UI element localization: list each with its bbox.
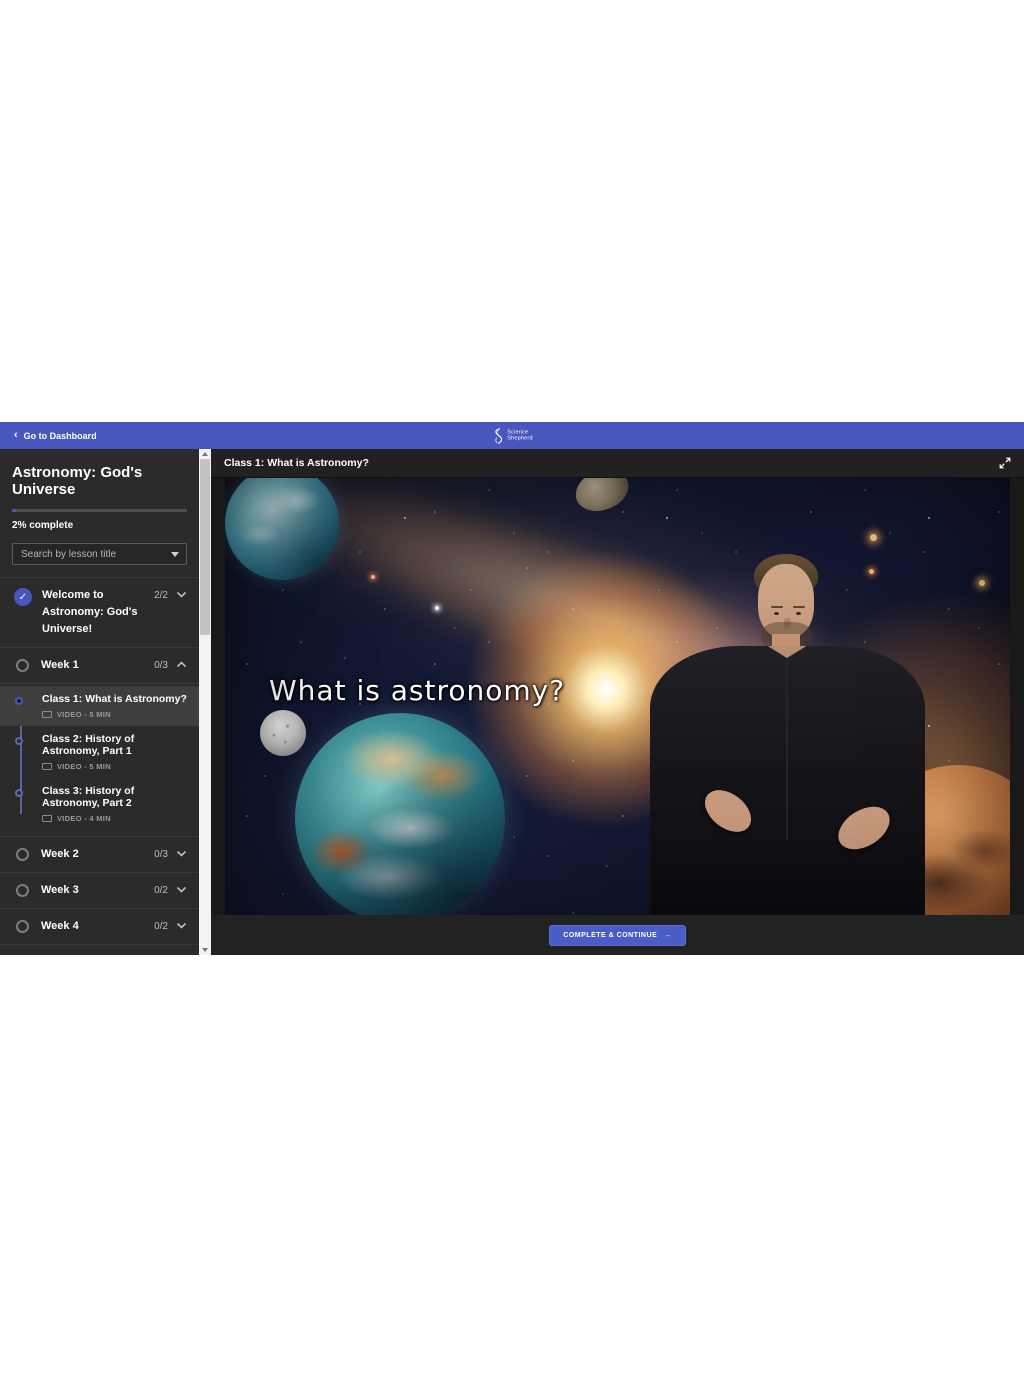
- complete-and-continue-button[interactable]: COMPLETE & CONTINUE →: [549, 925, 685, 946]
- lesson-bullet-icon: [15, 737, 23, 745]
- lesson-search: [12, 543, 187, 565]
- section-count: 0/3: [154, 660, 168, 671]
- lesson-header-title: Class 1: What is Astronomy?: [224, 457, 369, 469]
- science-shepherd-logo[interactable]: Science Shepherd: [491, 427, 532, 444]
- video-type-icon: [42, 763, 52, 770]
- lesson-item-class-3[interactable]: Class 3: History of Astronomy, Part 2 VI…: [0, 778, 199, 830]
- video-type-icon: [42, 711, 52, 718]
- scroll-up-arrow[interactable]: [199, 449, 211, 459]
- search-input[interactable]: [12, 543, 187, 565]
- completed-check-icon: ✓: [14, 588, 32, 606]
- progress-label: 2% complete: [12, 520, 187, 531]
- chevron-down-icon: [176, 922, 187, 929]
- video-type-icon: [42, 815, 52, 822]
- sidebar-item-week-3[interactable]: Week 3 0/2: [0, 872, 199, 908]
- lesson-meta-label: VIDEO - 4 MIN: [57, 814, 111, 823]
- chevron-up-icon: [176, 661, 187, 668]
- lesson-meta-label: VIDEO - 5 MIN: [57, 710, 111, 719]
- logo-wordmark: Science Shepherd: [507, 430, 532, 442]
- scroll-down-arrow[interactable]: [199, 945, 211, 955]
- curriculum-sidebar: Astronomy: God's Universe 2% complete ✓ …: [0, 449, 199, 955]
- lesson-bullet-icon: [15, 789, 23, 797]
- dna-helix-icon: [491, 427, 504, 444]
- week-1-lesson-list: Class 1: What is Astronomy? VIDEO - 5 MI…: [0, 683, 199, 836]
- course-title: Astronomy: God's Universe: [12, 464, 187, 498]
- lesson-item-class-2[interactable]: Class 2: History of Astronomy, Part 1 VI…: [0, 726, 199, 778]
- course-progress-bar: [12, 509, 187, 512]
- chevron-down-icon: [176, 850, 187, 857]
- scrollbar-thumb[interactable]: [200, 459, 210, 635]
- sidebar-item-week-4[interactable]: Week 4 0/2: [0, 908, 199, 944]
- arrow-right-icon: →: [664, 932, 672, 939]
- chevron-down-icon: [176, 886, 187, 893]
- search-dropdown-caret-icon[interactable]: [171, 552, 179, 557]
- expand-diagonal-icon: [999, 457, 1011, 469]
- lesson-active-bullet-icon: [15, 697, 23, 705]
- fullscreen-expand-button[interactable]: [999, 457, 1011, 469]
- section-count: 2/2: [154, 590, 168, 601]
- incomplete-circle-icon: [16, 848, 29, 861]
- lesson-footer-bar: COMPLETE & CONTINUE →: [211, 915, 1024, 955]
- course-player-window: ‹ Go to Dashboard Science Shepherd Astro…: [0, 422, 1024, 955]
- top-navigation-bar: ‹ Go to Dashboard Science Shepherd: [0, 422, 1024, 449]
- back-chevron-icon: ‹: [14, 431, 18, 440]
- progress-fill: [12, 509, 16, 512]
- chevron-down-icon: [176, 591, 187, 598]
- section-label: Welcome to Astronomy: God's Universe!: [42, 587, 150, 638]
- section-label: Week 1: [41, 657, 150, 674]
- incomplete-circle-icon: [16, 920, 29, 933]
- lesson-main-area: Class 1: What is Astronomy?: [211, 449, 1024, 955]
- go-to-dashboard-label: Go to Dashboard: [24, 431, 97, 441]
- lesson-item-class-1[interactable]: Class 1: What is Astronomy? VIDEO - 5 MI…: [0, 686, 199, 726]
- lesson-meta-label: VIDEO - 5 MIN: [57, 762, 111, 771]
- go-to-dashboard-link[interactable]: ‹ Go to Dashboard: [14, 431, 97, 441]
- sidebar-item-week-1[interactable]: Week 1 0/3: [0, 647, 199, 683]
- incomplete-circle-icon: [16, 884, 29, 897]
- video-vignette: [225, 478, 1010, 915]
- lesson-header-bar: Class 1: What is Astronomy?: [211, 449, 1024, 478]
- sidebar-item-welcome[interactable]: ✓ Welcome to Astronomy: God's Universe! …: [0, 577, 199, 647]
- incomplete-circle-icon: [16, 659, 29, 672]
- sidebar-item-week-2[interactable]: Week 2 0/3: [0, 836, 199, 872]
- lesson-video-player[interactable]: What is astronomy?: [225, 478, 1010, 915]
- sidebar-scrollbar[interactable]: [199, 449, 211, 955]
- sidebar-item-week-5[interactable]: Week 5 0/2: [0, 944, 199, 955]
